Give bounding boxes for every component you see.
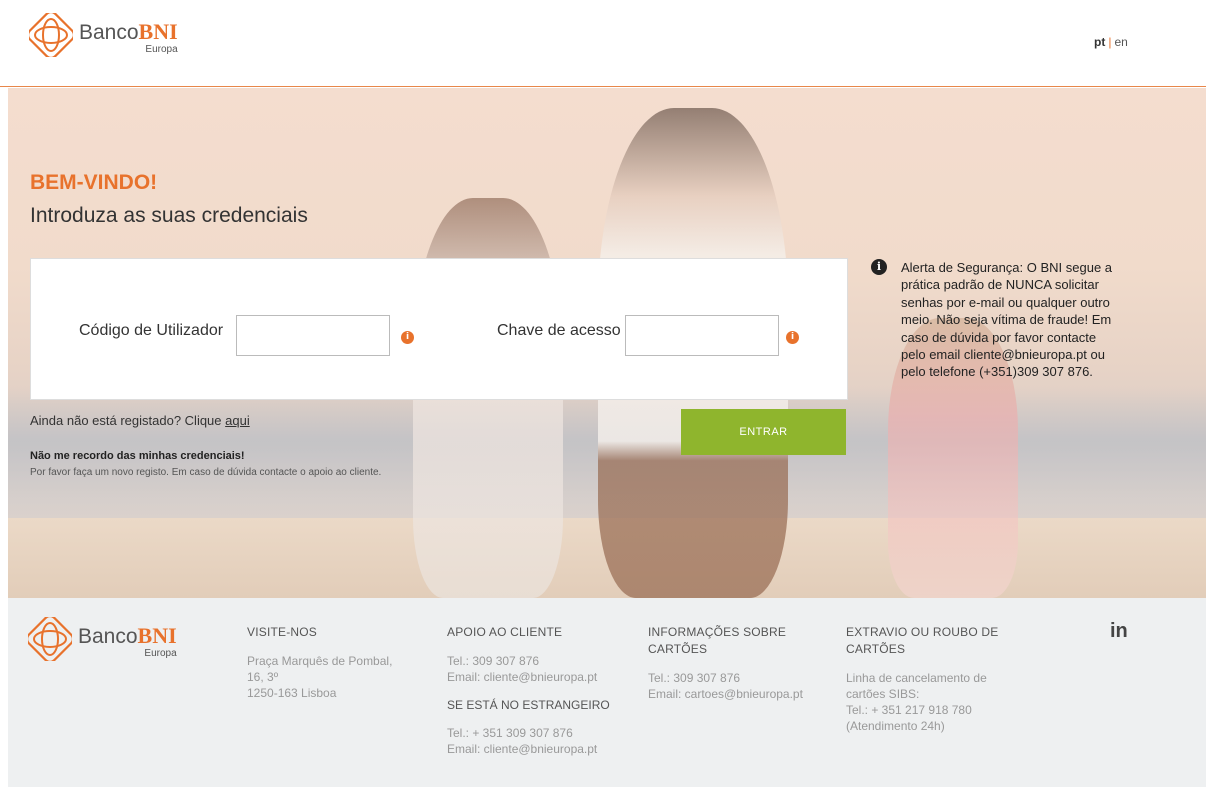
- user-code-info-icon[interactable]: i: [401, 331, 414, 344]
- footer-cards-title-1: INFORMAÇÕES SOBRE: [648, 625, 787, 639]
- site-header: BancoBNI Europa pt | en: [0, 0, 1206, 87]
- register-text: Ainda não está registado? Clique: [30, 413, 226, 428]
- bank-logo[interactable]: BancoBNI Europa: [29, 13, 178, 57]
- footer-logo-sub: Europa: [144, 648, 177, 659]
- logo-brand-plain: Banco: [79, 21, 139, 44]
- footer-lost-title-2: CARTÕES: [846, 642, 906, 656]
- logo-sub: Europa: [145, 44, 178, 55]
- footer-brand-plain: Banco: [78, 625, 138, 648]
- access-key-info-icon[interactable]: i: [786, 331, 799, 344]
- footer-cards-column: INFORMAÇÕES SOBRE CARTÕES Tel.: 309 307 …: [648, 624, 828, 702]
- footer-abroad-title: SE ESTÁ NO ESTRANGEIRO: [447, 698, 610, 712]
- footer-lost-title-1: EXTRAVIO OU ROUBO DE: [846, 625, 999, 639]
- footer-lost-line1: Linha de cancelamento de: [846, 671, 987, 685]
- footer-abroad-tel: Tel.: + 351 309 307 876: [447, 726, 573, 740]
- info-icon: i: [871, 259, 887, 275]
- footer-visit-title: VISITE-NOS: [247, 625, 318, 639]
- footer-brand-bold: BNI: [137, 623, 177, 648]
- user-code-label: Código de Utilizador: [79, 322, 224, 339]
- lang-pt-link[interactable]: pt: [1094, 35, 1105, 49]
- footer-lost-line2: cartões SIBS:: [846, 687, 920, 701]
- logo-mark-icon: [28, 617, 72, 661]
- footer-visit-line2: 16, 3º: [247, 670, 279, 684]
- hero-banner: BEM-VINDO! Introduza as suas credenciais…: [8, 88, 1206, 598]
- lang-separator: |: [1108, 35, 1112, 49]
- logo-brand-bold: BNI: [138, 19, 178, 44]
- footer-logo[interactable]: BancoBNI Europa: [28, 617, 177, 661]
- lang-en-link[interactable]: en: [1114, 35, 1127, 49]
- footer-visit-column: VISITE-NOS Praça Marquês de Pombal, 16, …: [247, 624, 427, 701]
- register-link[interactable]: aqui: [225, 413, 250, 428]
- footer-support-column: APOIO AO CLIENTE Tel.: 309 307 876 Email…: [447, 624, 637, 757]
- access-key-label: Chave de acesso: [497, 322, 621, 339]
- footer-cards-tel: Tel.: 309 307 876: [648, 671, 741, 685]
- user-code-input[interactable]: [236, 315, 390, 356]
- forgot-credentials-title: Não me recordo das minhas credenciais!: [30, 450, 245, 462]
- footer-lost-cards-column: EXTRAVIO OU ROUBO DE CARTÕES Linha de ca…: [846, 624, 1036, 734]
- access-key-input[interactable]: [625, 315, 779, 356]
- footer-visit-line1: Praça Marquês de Pombal,: [247, 654, 393, 668]
- footer-lost-line4: (Atendimento 24h): [846, 719, 945, 733]
- footer-support-email[interactable]: Email: cliente@bnieuropa.pt: [447, 669, 637, 685]
- site-footer: BancoBNI Europa VISITE-NOS Praça Marquês…: [8, 598, 1206, 787]
- footer-cards-title-2: CARTÕES: [648, 642, 708, 656]
- login-button[interactable]: ENTRAR: [681, 409, 846, 455]
- logo-mark-icon: [29, 13, 73, 57]
- security-alert-text: Alerta de Segurança: O BNI segue a práti…: [901, 260, 1113, 380]
- footer-visit-line3: 1250-163 Lisboa: [247, 686, 337, 700]
- footer-support-tel: Tel.: 309 307 876: [447, 654, 540, 668]
- credentials-box: Código de Utilizador i Chave de acesso i: [30, 258, 848, 400]
- welcome-heading: BEM-VINDO!: [30, 171, 158, 194]
- linkedin-icon[interactable]: in: [1110, 620, 1128, 643]
- footer-abroad-email[interactable]: Email: cliente@bnieuropa.pt: [447, 741, 637, 757]
- footer-support-title: APOIO AO CLIENTE: [447, 625, 563, 639]
- language-switch: pt | en: [1094, 35, 1128, 49]
- forgot-credentials-text: Por favor faça um novo registo. Em caso …: [30, 467, 382, 478]
- credentials-subtitle: Introduza as suas credenciais: [30, 204, 308, 227]
- register-prompt: Ainda não está registado? Clique aqui: [30, 413, 250, 428]
- footer-lost-line3: Tel.: + 351 217 918 780: [846, 703, 972, 717]
- footer-cards-email[interactable]: Email: cartoes@bnieuropa.pt: [648, 686, 828, 702]
